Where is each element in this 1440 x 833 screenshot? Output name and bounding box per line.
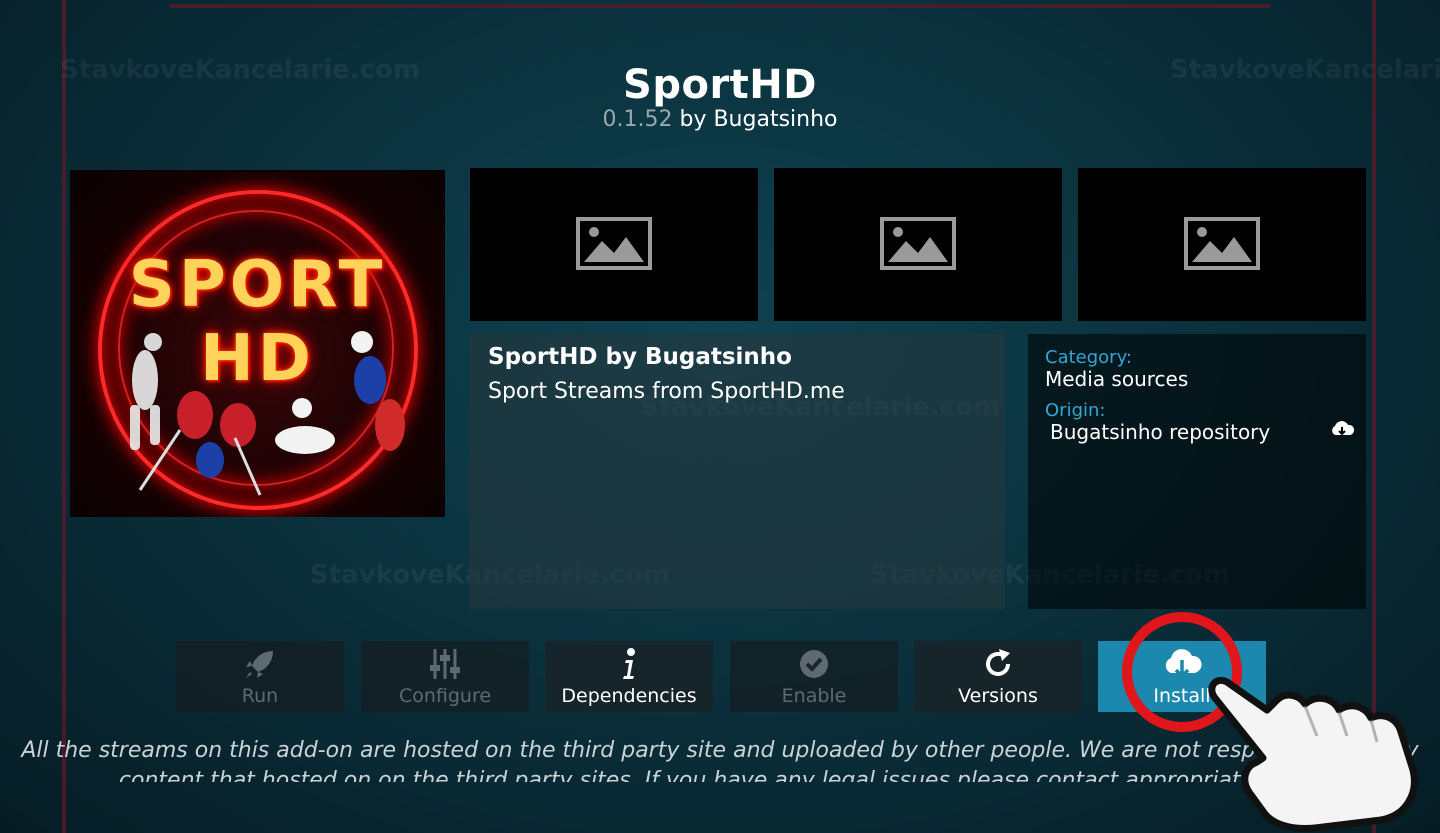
rocket-icon [246, 651, 273, 678]
cloud-download-icon [1332, 421, 1355, 436]
addon-subtitle: 0.1.52 by Bugatsinho [0, 107, 1440, 132]
versions-label: Versions [958, 685, 1038, 707]
description-title: SportHD by Bugatsinho [488, 344, 792, 370]
refresh-icon [986, 649, 1010, 676]
screenshot-placeholder[interactable] [774, 168, 1062, 321]
info-icon [623, 648, 635, 679]
category-label: Category: [1045, 347, 1132, 368]
description-summary: Sport Streams from SportHD.me [488, 379, 845, 404]
sliders-icon [430, 649, 460, 679]
run-button[interactable]: Run [176, 641, 344, 712]
dependencies-button[interactable]: Dependencies [545, 641, 713, 712]
athletes-illustration [130, 331, 405, 496]
info-panel: Category: Media sources Origin: Bugatsin… [1028, 334, 1366, 609]
enable-label: Enable [781, 685, 847, 707]
description-panel: SportHD by Bugatsinho Sport Streams from… [469, 334, 1005, 609]
addon-poster: SPORT HD [70, 170, 445, 517]
bg-frame-line [170, 4, 1270, 8]
screenshot-placeholder[interactable] [1078, 168, 1366, 321]
origin-label: Origin: [1045, 400, 1106, 421]
image-placeholder-icon [880, 217, 956, 270]
run-label: Run [241, 685, 279, 707]
configure-label: Configure [398, 685, 492, 707]
check-circle-icon [800, 650, 828, 678]
enable-button[interactable]: Enable [730, 641, 898, 712]
screenshot-placeholder[interactable] [470, 168, 758, 321]
origin-value: Bugatsinho repository [1050, 420, 1271, 444]
dependencies-label: Dependencies [561, 685, 697, 707]
addon-title: SportHD [623, 62, 817, 108]
category-value: Media sources [1045, 367, 1189, 391]
configure-button[interactable]: Configure [361, 641, 529, 712]
versions-button[interactable]: Versions [914, 641, 1082, 712]
addon-version: 0.1.52 [602, 107, 673, 132]
pointing-hand-icon [1208, 677, 1418, 832]
addon-author: by Bugatsinho [679, 107, 838, 132]
image-placeholder-icon [1184, 217, 1260, 270]
image-placeholder-icon [576, 217, 652, 270]
